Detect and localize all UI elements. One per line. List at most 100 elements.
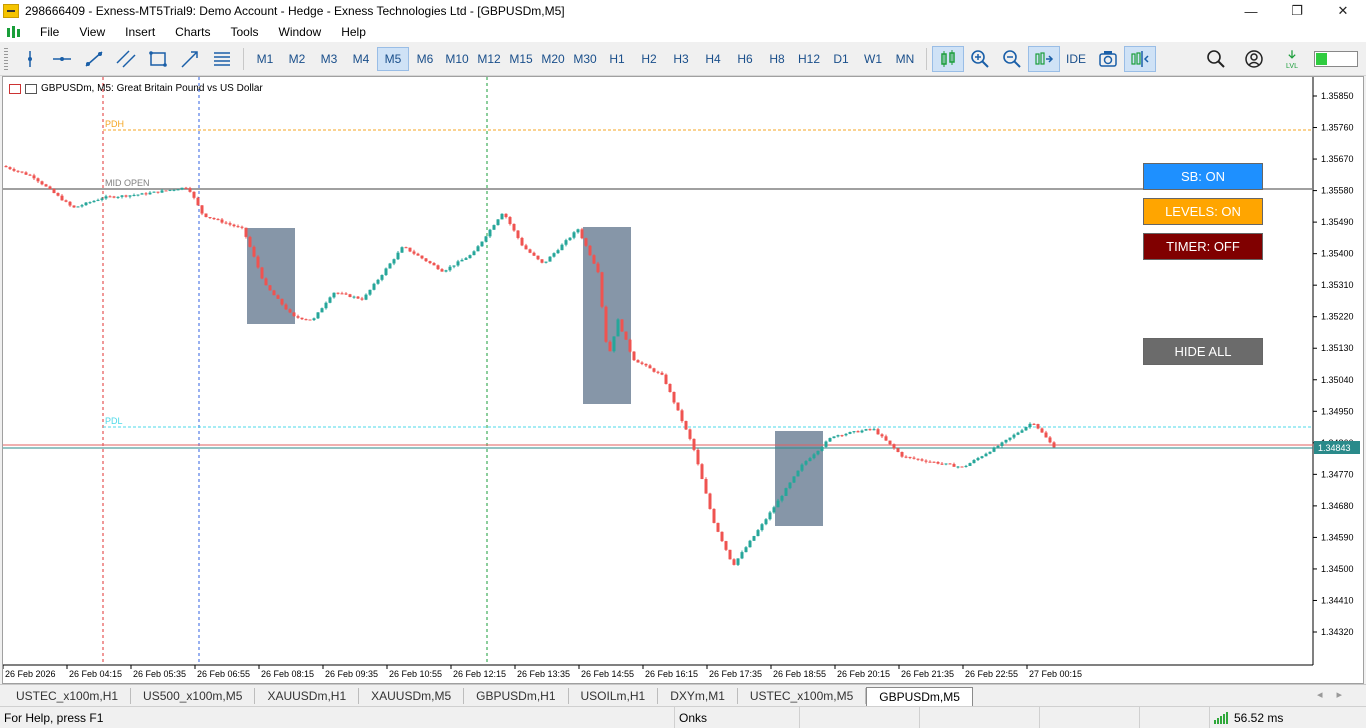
timeframe-m1[interactable]: M1 <box>249 47 281 71</box>
timeframe-d1[interactable]: D1 <box>825 47 857 71</box>
timeframe-h4[interactable]: H4 <box>697 47 729 71</box>
timeframe-m5[interactable]: M5 <box>377 46 409 71</box>
candle-body <box>724 541 728 550</box>
menu-insert[interactable]: Insert <box>115 25 165 39</box>
restore-button[interactable]: ❐ <box>1274 0 1320 22</box>
tab-ustec-m5[interactable]: USTEC_x100m,M5 <box>738 687 867 704</box>
tab-gbpusd-h1[interactable]: GBPUSDm,H1 <box>464 687 569 704</box>
arrow-line-icon[interactable] <box>174 46 206 72</box>
timeframe-m2[interactable]: M2 <box>281 47 313 71</box>
candle-body <box>48 186 52 189</box>
mid-open-label: MID OPEN <box>105 178 150 188</box>
hide-all-button[interactable]: HIDE ALL <box>1143 338 1263 365</box>
vertical-line-icon[interactable] <box>14 46 46 72</box>
candle-body <box>484 236 488 242</box>
timeframe-m20[interactable]: M20 <box>537 47 569 71</box>
tab-dxy-m1[interactable]: DXYm,M1 <box>658 687 738 704</box>
trend-line-icon[interactable] <box>78 46 110 72</box>
timeframe-m30[interactable]: M30 <box>569 47 601 71</box>
candle-body <box>120 195 124 197</box>
candle-body <box>88 202 92 204</box>
timeframe-w1[interactable]: W1 <box>857 47 889 71</box>
candle-body <box>1004 439 1008 443</box>
profile-name[interactable]: Onks <box>675 706 800 728</box>
chart-window[interactable]: PDH PDL MID OPEN 1.35850 1.35760 1.35670 1.355… <box>2 76 1364 684</box>
auto-scroll-icon[interactable] <box>1028 45 1060 72</box>
timeframe-h1[interactable]: H1 <box>601 47 633 71</box>
tab-ustec-h1[interactable]: USTEC_x100m,H1 <box>4 687 132 704</box>
menu-view[interactable]: View <box>69 25 115 39</box>
timeframe-h2[interactable]: H2 <box>633 47 665 71</box>
close-button[interactable]: ✕ <box>1320 0 1366 22</box>
candle-body <box>300 317 304 320</box>
menu-tools[interactable]: Tools <box>221 25 269 39</box>
tab-xauusd-h1[interactable]: XAUUSDm,H1 <box>255 687 360 704</box>
toolbar-grip[interactable] <box>4 47 8 70</box>
candle-body <box>596 263 600 273</box>
tab-usoil-h1[interactable]: USOILm,H1 <box>569 687 659 704</box>
price-label: 1.35580 <box>1321 186 1354 196</box>
liveupdate-icon[interactable]: LVL <box>1276 46 1308 72</box>
channel-icon[interactable] <box>110 46 142 72</box>
connection-status[interactable]: 56.52 ms <box>1210 707 1340 728</box>
timeframe-m12[interactable]: M12 <box>473 47 505 71</box>
tab-xauusd-m5[interactable]: XAUUSDm,M5 <box>359 687 465 704</box>
timeframe-m3[interactable]: M3 <box>313 47 345 71</box>
timeframe-m10[interactable]: M10 <box>441 47 473 71</box>
candle-body <box>192 191 196 198</box>
candle-body <box>376 279 380 284</box>
candle-body <box>476 246 480 252</box>
chart-shift-icon[interactable] <box>1124 45 1157 72</box>
menu-help[interactable]: Help <box>331 25 376 39</box>
trade-panel-icon[interactable] <box>9 83 21 94</box>
fibonacci-icon[interactable] <box>206 46 238 72</box>
menu-window[interactable]: Window <box>269 25 332 39</box>
tab-scroll-arrows[interactable]: ◂▸ <box>1317 688 1356 701</box>
candle-body <box>1048 437 1052 443</box>
candle-body <box>548 256 552 262</box>
candle-body <box>252 246 256 257</box>
account-icon[interactable] <box>1238 46 1270 72</box>
screenshot-icon[interactable] <box>1092 46 1124 72</box>
menu-file[interactable]: File <box>30 25 69 39</box>
sb-toggle-button[interactable]: SB: ON <box>1143 163 1263 190</box>
search-icon[interactable] <box>1200 46 1232 72</box>
time-label: 26 Feb 08:15 <box>261 669 314 679</box>
candle-body <box>764 519 768 525</box>
candle-body <box>604 306 608 342</box>
timeframe-h6[interactable]: H6 <box>729 47 761 71</box>
timeframe-m4[interactable]: M4 <box>345 47 377 71</box>
menu-charts[interactable]: Charts <box>165 25 220 39</box>
tab-us500-m5[interactable]: US500_x100m,M5 <box>131 687 256 704</box>
horizontal-line-icon[interactable] <box>46 46 78 72</box>
candle-body <box>60 195 64 201</box>
candlesticks-icon[interactable] <box>932 45 964 72</box>
timeframe-h3[interactable]: H3 <box>665 47 697 71</box>
timeframe-h12[interactable]: H12 <box>793 47 825 71</box>
ide-button[interactable]: IDE <box>1060 47 1092 71</box>
timeframe-h8[interactable]: H8 <box>761 47 793 71</box>
candle-body <box>492 225 496 230</box>
timeframe-mn[interactable]: MN <box>889 47 921 71</box>
timeframe-m6[interactable]: M6 <box>409 47 441 71</box>
time-label: 27 Feb 00:15 <box>1029 669 1082 679</box>
timeframe-m15[interactable]: M15 <box>505 47 537 71</box>
candle-body <box>804 461 808 465</box>
tab-gbpusd-m5[interactable]: GBPUSDm,M5 <box>866 686 973 707</box>
zoom-out-icon[interactable] <box>996 46 1028 72</box>
price-label: 1.34320 <box>1321 627 1354 637</box>
price-label: 1.35310 <box>1321 280 1354 290</box>
zoom-in-icon[interactable] <box>964 46 996 72</box>
time-label: 26 Feb 12:15 <box>453 669 506 679</box>
candle-body <box>232 224 236 227</box>
minimize-button[interactable]: — <box>1228 0 1274 22</box>
timer-toggle-button[interactable]: TIMER: OFF <box>1143 233 1263 260</box>
rectangle-icon[interactable] <box>142 46 174 72</box>
lvl-label: LVL <box>1286 62 1298 70</box>
depth-icon[interactable] <box>25 83 37 94</box>
levels-toggle-button[interactable]: LEVELS: ON <box>1143 198 1263 225</box>
candle-body <box>568 237 572 241</box>
chart-bars-icon[interactable] <box>6 25 20 39</box>
candle-body <box>420 255 424 259</box>
candle-body <box>144 193 148 195</box>
